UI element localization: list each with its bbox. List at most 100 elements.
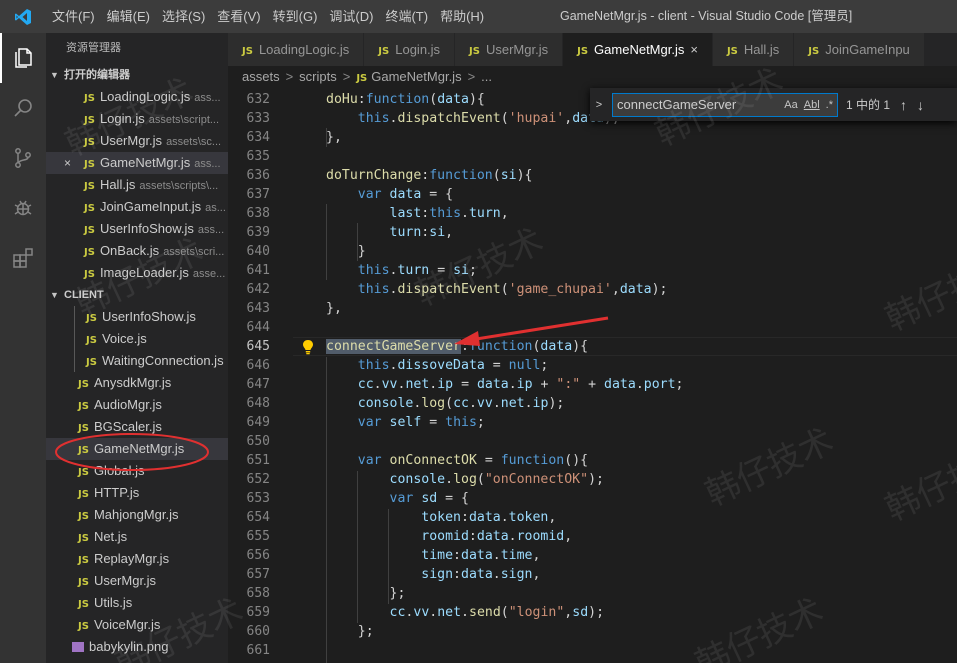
menu-terminal[interactable]: 终端(T) bbox=[379, 0, 434, 33]
lightbulb-icon[interactable] bbox=[302, 339, 314, 355]
file-tree-item[interactable]: JS AudioMgr.js bbox=[46, 394, 228, 416]
client-folder-header[interactable]: ▼ CLIENT bbox=[46, 284, 228, 306]
line-number: 648 bbox=[246, 396, 270, 411]
previous-match-arrow-icon[interactable]: ↑ bbox=[900, 97, 907, 113]
explorer-icon[interactable] bbox=[0, 33, 46, 83]
breadcrumb-assets[interactable]: assets bbox=[242, 69, 280, 84]
js-file-icon: JS bbox=[78, 533, 89, 544]
toggle-replace-chevron-icon[interactable]: > bbox=[590, 99, 608, 111]
js-file-icon: JS bbox=[84, 225, 95, 236]
open-editor-path: ass... bbox=[194, 92, 221, 104]
extensions-icon[interactable] bbox=[0, 233, 46, 283]
open-editor-item[interactable]: JS ImageLoader.js asse... bbox=[46, 262, 228, 284]
tab-label: JoinGameInpu bbox=[825, 42, 910, 57]
breadcrumb-file[interactable]: GameNetMgr.js bbox=[371, 69, 461, 84]
client-folder-label: CLIENT bbox=[64, 289, 104, 301]
open-editor-item[interactable]: JS OnBack.js assets\scri... bbox=[46, 240, 228, 262]
open-editor-path: as... bbox=[205, 202, 226, 214]
menu-selection[interactable]: 选择(S) bbox=[156, 0, 211, 33]
chevron-right-icon: > bbox=[467, 69, 476, 84]
file-tree-item[interactable]: babykylin.png bbox=[46, 636, 228, 658]
code-editor[interactable]: 632 633 634 635 636 637 638 639 640 641 642 643 644 6… bbox=[228, 88, 957, 663]
js-file-icon: JS bbox=[84, 181, 95, 192]
open-editors-list: JS LoadingLogic.js ass... JS Login.js assets\… bbox=[46, 86, 228, 284]
breadcrumb-more[interactable]: ... bbox=[481, 69, 492, 84]
editor-tab[interactable]: JS JoinGameInpu bbox=[794, 33, 925, 66]
source-control-icon[interactable] bbox=[0, 133, 46, 183]
regex-icon[interactable]: .* bbox=[826, 96, 833, 114]
editor-tab[interactable]: JS GameNetMgr.js × bbox=[563, 33, 713, 66]
open-editor-item[interactable]: JS Login.js assets\script... bbox=[46, 108, 228, 130]
file-tree-item[interactable]: JS HTTP.js bbox=[46, 482, 228, 504]
file-name: AudioMgr.js bbox=[93, 397, 162, 412]
file-tree-item[interactable]: JS WaitingConnection.js bbox=[46, 350, 228, 372]
open-editor-item[interactable]: JS LoadingLogic.js ass... bbox=[46, 86, 228, 108]
code-line: var sd = { bbox=[389, 491, 469, 506]
tab-label: UserMgr.js bbox=[485, 42, 549, 57]
tab-label: Login.js bbox=[395, 42, 441, 57]
code-line: this.dispatchEvent('game_chupai',data); bbox=[357, 282, 668, 297]
open-editor-item[interactable]: × JS GameNetMgr.js ass... bbox=[46, 152, 228, 174]
file-tree-item[interactable]: JS UserMgr.js bbox=[46, 570, 228, 592]
file-tree-item[interactable]: JS Utils.js bbox=[46, 592, 228, 614]
code-line: last:this.turn, bbox=[389, 206, 509, 221]
find-query: connectGameServer bbox=[617, 97, 737, 112]
js-file-icon: JS bbox=[84, 93, 95, 104]
whole-word-icon[interactable]: Abl bbox=[804, 96, 820, 114]
code-line: } bbox=[326, 244, 366, 259]
open-editors-label: 打开的编辑器 bbox=[64, 69, 130, 81]
close-icon[interactable]: × bbox=[690, 42, 698, 57]
menu-view[interactable]: 查看(V) bbox=[211, 0, 266, 33]
file-tree-item[interactable]: JS ReplayMgr.js bbox=[46, 548, 228, 570]
open-editor-path: assets\scri... bbox=[163, 246, 225, 258]
js-file-icon: JS bbox=[78, 599, 89, 610]
code-line: roomid:data.roomid, bbox=[421, 529, 573, 544]
editor-tab[interactable]: JS LoadingLogic.js bbox=[228, 33, 365, 66]
code-line: var onConnectOK = function(){ bbox=[357, 453, 589, 468]
js-file-icon: JS bbox=[378, 46, 390, 57]
search-icon[interactable] bbox=[0, 83, 46, 133]
file-name: Net.js bbox=[93, 529, 128, 544]
open-editor-path: assets\scripts\... bbox=[139, 180, 219, 192]
code-lines: doHu:function(data){ this.dispatchEvent(… bbox=[326, 90, 957, 660]
next-match-arrow-icon[interactable]: ↓ bbox=[917, 97, 924, 113]
line-number: 652 bbox=[246, 472, 270, 487]
file-tree-item[interactable]: JS UserInfoShow.js bbox=[46, 306, 228, 328]
explorer-title: 资源管理器 bbox=[66, 42, 121, 54]
open-editor-item[interactable]: JS Hall.js assets\scripts\... bbox=[46, 174, 228, 196]
menu-debug[interactable]: 调试(D) bbox=[323, 0, 379, 33]
file-tree-item[interactable]: JS VoiceMgr.js bbox=[46, 614, 228, 636]
find-input[interactable]: connectGameServer Aa Abl .* bbox=[612, 92, 838, 117]
breadcrumb-scripts[interactable]: scripts bbox=[299, 69, 337, 84]
open-editors-header[interactable]: ▼ 打开的编辑器 bbox=[46, 64, 228, 86]
close-icon[interactable]: × bbox=[64, 152, 71, 174]
open-editor-path: assets\script... bbox=[148, 114, 220, 126]
editor-tab[interactable]: JS UserMgr.js bbox=[455, 33, 564, 66]
open-editor-item[interactable]: JS JoinGameInput.js as... bbox=[46, 196, 228, 218]
open-editor-item[interactable]: JS UserInfoShow.js ass... bbox=[46, 218, 228, 240]
line-number: 635 bbox=[246, 149, 270, 164]
file-name: WaitingConnection.js bbox=[101, 353, 224, 368]
file-name: Utils.js bbox=[93, 595, 133, 610]
file-tree-item[interactable]: JS Net.js bbox=[46, 526, 228, 548]
explorer-sidebar: 资源管理器 ▼ 打开的编辑器 JS LoadingLogic.js ass... JS L… bbox=[46, 33, 228, 663]
debug-icon[interactable] bbox=[0, 183, 46, 233]
menu-edit[interactable]: 编辑(E) bbox=[101, 0, 156, 33]
menu-file[interactable]: 文件(F) bbox=[46, 0, 101, 33]
line-number: 658 bbox=[246, 586, 270, 601]
js-file-icon: JS bbox=[84, 115, 95, 126]
menu-go[interactable]: 转到(G) bbox=[267, 0, 324, 33]
match-case-icon[interactable]: Aa bbox=[784, 96, 797, 114]
file-tree-item[interactable]: JS MahjongMgr.js bbox=[46, 504, 228, 526]
vscode-logo-icon bbox=[0, 0, 46, 33]
editor-tab[interactable]: JS Login.js bbox=[364, 33, 456, 66]
file-tree-item[interactable]: JS Voice.js bbox=[46, 328, 228, 350]
js-file-icon: JS bbox=[78, 577, 89, 588]
open-editor-path: ass... bbox=[197, 224, 225, 236]
editor-tab[interactable]: JS Hall.js bbox=[712, 33, 795, 66]
line-number: 659 bbox=[246, 605, 270, 620]
open-editor-item[interactable]: JS UserMgr.js assets\sc... bbox=[46, 130, 228, 152]
window-title: GameNetMgr.js - client - Visual Studio C… bbox=[560, 9, 853, 23]
menu-help[interactable]: 帮助(H) bbox=[434, 0, 490, 33]
file-tree-item[interactable]: JS AnysdkMgr.js bbox=[46, 372, 228, 394]
